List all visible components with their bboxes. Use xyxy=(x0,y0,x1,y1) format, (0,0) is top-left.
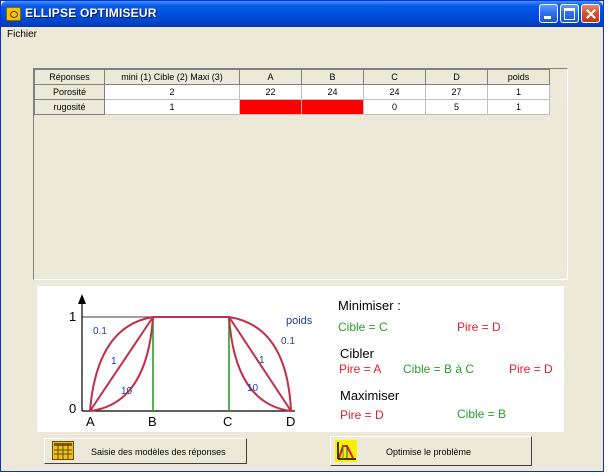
maximize-button[interactable] xyxy=(560,4,579,23)
column-header[interactable]: C xyxy=(363,69,426,85)
table-row: Porosité 2 22 24 24 27 1 xyxy=(34,84,550,100)
minimiser-pire: Pire = D xyxy=(457,320,501,334)
table-cell[interactable]: 0 xyxy=(363,99,426,115)
column-header[interactable]: Réponses xyxy=(34,69,105,85)
weight-caption: poids xyxy=(286,315,313,327)
ellipse-app-icon[interactable] xyxy=(6,7,21,21)
x-label-c: C xyxy=(223,414,232,429)
weight-label-right: 1 xyxy=(259,355,265,366)
table-cell[interactable]: 2 xyxy=(104,84,240,100)
table-cell[interactable]: 1 xyxy=(487,84,550,100)
minimiser-title: Minimiser : xyxy=(338,298,401,313)
maximiser-pire: Pire = D xyxy=(340,408,384,422)
cibler-title: Cibler xyxy=(340,346,375,361)
table-row: rugosité 1 0 5 1 xyxy=(34,99,550,115)
cibler-pire-d: Pire = D xyxy=(509,362,553,376)
responses-grid[interactable]: Réponses mini (1) Cible (2) Maxi (3) A B… xyxy=(33,68,568,280)
x-label-b: B xyxy=(148,414,157,429)
table-cell[interactable]: 27 xyxy=(425,84,488,100)
cibler-cible: Cible = B à C xyxy=(403,362,474,376)
weight-label-left: 0.1 xyxy=(93,326,107,337)
responses-table: Réponses mini (1) Cible (2) Maxi (3) A B… xyxy=(34,69,550,115)
saisie-modeles-button[interactable]: Saisie des modèles des réponses xyxy=(44,438,247,464)
y-label-top: 1 xyxy=(69,309,76,324)
optimise-button-label: Optimise le problème xyxy=(386,447,472,457)
table-cell-invalid[interactable] xyxy=(239,99,302,115)
x-label-d: D xyxy=(286,414,295,429)
table-cell[interactable]: 24 xyxy=(363,84,426,100)
column-header[interactable]: mini (1) Cible (2) Maxi (3) xyxy=(104,69,240,85)
maximiser-cible: Cible = B xyxy=(457,407,506,421)
weight-label-left: 1 xyxy=(111,356,117,367)
optimise-button[interactable]: Optimise le problème xyxy=(330,436,532,466)
chart-optimise-icon xyxy=(335,440,357,462)
menu-bar: Fichier xyxy=(1,27,603,43)
table-header-row: Réponses mini (1) Cible (2) Maxi (3) A B… xyxy=(34,69,550,85)
table-cell[interactable]: 22 xyxy=(239,84,302,100)
table-cell[interactable]: 1 xyxy=(104,99,240,115)
weight-label-left: 10 xyxy=(121,386,133,397)
minimiser-cible: Cible = C xyxy=(338,320,388,334)
table-cell-invalid[interactable] xyxy=(301,99,364,115)
row-header[interactable]: rugosité xyxy=(34,99,105,115)
close-button[interactable] xyxy=(581,4,600,23)
desirability-curves: 1 0 A B C D 0.1 1 10 poids 0.1 1 10 Mini… xyxy=(69,294,553,429)
desirability-diagram: 1 0 A B C D 0.1 1 10 poids 0.1 1 10 Mini… xyxy=(37,286,564,432)
weight-label-right: 10 xyxy=(247,383,259,394)
title-bar[interactable]: ELLIPSE OPTIMISEUR xyxy=(1,1,603,27)
table-cell[interactable]: 24 xyxy=(301,84,364,100)
minimize-button[interactable] xyxy=(539,4,558,23)
y-label-zero: 0 xyxy=(69,401,76,416)
column-header[interactable]: B xyxy=(301,69,364,85)
row-header[interactable]: Porosité xyxy=(34,84,105,100)
column-header[interactable]: A xyxy=(239,69,302,85)
saisie-button-label: Saisie des modèles des réponses xyxy=(91,447,226,457)
table-cell[interactable]: 1 xyxy=(487,99,550,115)
x-label-a: A xyxy=(86,414,95,429)
cibler-pire-a: Pire = A xyxy=(339,362,381,376)
grid-table-icon xyxy=(52,441,74,460)
menu-fichier[interactable]: Fichier xyxy=(7,29,37,40)
main-window: ELLIPSE OPTIMISEUR Fichier Réponses mini… xyxy=(0,0,604,472)
y-axis-arrow xyxy=(78,294,86,304)
table-cell[interactable]: 5 xyxy=(425,99,488,115)
column-header[interactable]: poids xyxy=(487,69,550,85)
column-header[interactable]: D xyxy=(425,69,488,85)
weight-label-right: 0.1 xyxy=(281,336,295,347)
maximiser-title: Maximiser xyxy=(340,388,400,403)
window-title: ELLIPSE OPTIMISEUR xyxy=(25,6,157,20)
